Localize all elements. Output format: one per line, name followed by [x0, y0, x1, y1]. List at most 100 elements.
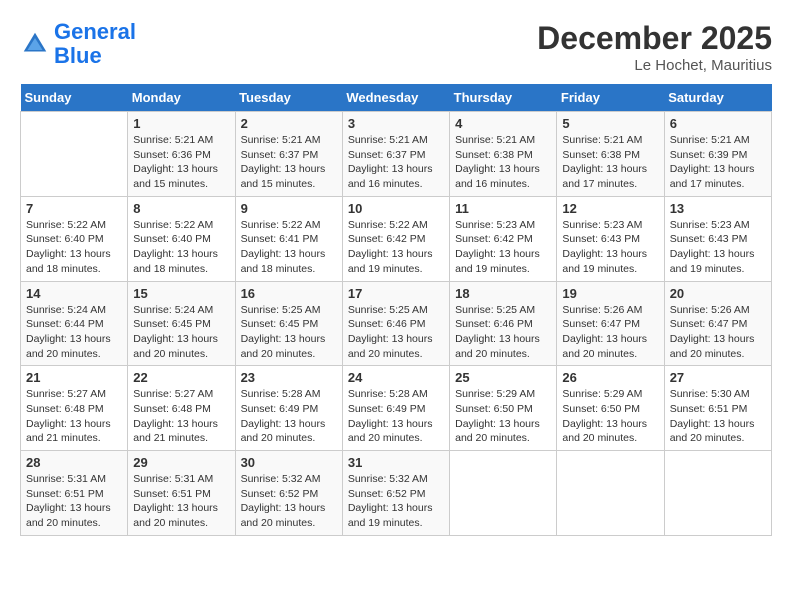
day-info: Sunrise: 5:27 AM Sunset: 6:48 PM Dayligh… [26, 387, 122, 446]
day-number: 9 [241, 201, 337, 216]
header-thursday: Thursday [450, 84, 557, 112]
day-info: Sunrise: 5:26 AM Sunset: 6:47 PM Dayligh… [562, 303, 658, 362]
day-info: Sunrise: 5:28 AM Sunset: 6:49 PM Dayligh… [348, 387, 444, 446]
day-number: 27 [670, 370, 766, 385]
logo-text: General Blue [54, 20, 136, 68]
day-number: 1 [133, 116, 229, 131]
day-number: 2 [241, 116, 337, 131]
calendar-cell: 15 Sunrise: 5:24 AM Sunset: 6:45 PM Dayli… [128, 281, 235, 366]
logo-icon [20, 29, 50, 59]
header-wednesday: Wednesday [342, 84, 449, 112]
calendar-cell [450, 451, 557, 536]
calendar-cell: 5 Sunrise: 5:21 AM Sunset: 6:38 PM Daylig… [557, 112, 664, 197]
day-number: 11 [455, 201, 551, 216]
calendar-cell: 13Sunrise: 5:23 AM Sunset: 6:43 PM Dayli… [664, 196, 771, 281]
week-row-0: 1 Sunrise: 5:21 AM Sunset: 6:36 PM Daylig… [21, 112, 772, 197]
header-saturday: Saturday [664, 84, 771, 112]
day-number: 30 [241, 455, 337, 470]
day-number: 15 [133, 286, 229, 301]
day-info: Sunrise: 5:21 AM Sunset: 6:37 PM Dayligh… [241, 133, 337, 192]
day-info: Sunrise: 5:29 AM Sunset: 6:50 PM Dayligh… [455, 387, 551, 446]
calendar-cell: 18Sunrise: 5:25 AM Sunset: 6:46 PM Dayli… [450, 281, 557, 366]
calendar-cell: 28 Sunrise: 5:31 AM Sunset: 6:51 PM Dayli… [21, 451, 128, 536]
day-number: 17 [348, 286, 444, 301]
day-info: Sunrise: 5:21 AM Sunset: 6:37 PM Dayligh… [348, 133, 444, 192]
week-row-2: 14 Sunrise: 5:24 AM Sunset: 6:44 PM Dayli… [21, 281, 772, 366]
day-number: 20 [670, 286, 766, 301]
page-header: General Blue December 2025 Le Hochet, Ma… [20, 20, 772, 74]
day-number: 26 [562, 370, 658, 385]
day-info: Sunrise: 5:29 AM Sunset: 6:50 PM Dayligh… [562, 387, 658, 446]
day-info: Sunrise: 5:25 AM Sunset: 6:46 PM Dayligh… [455, 303, 551, 362]
calendar-cell: 30 Sunrise: 5:32 AM Sunset: 6:52 PM Dayli… [235, 451, 342, 536]
calendar-body: 1 Sunrise: 5:21 AM Sunset: 6:36 PM Daylig… [21, 112, 772, 536]
calendar-cell: 17 Sunrise: 5:25 AM Sunset: 6:46 PM Dayli… [342, 281, 449, 366]
calendar-cell: 25 Sunrise: 5:29 AM Sunset: 6:50 PM Dayli… [450, 366, 557, 451]
title-block: December 2025 Le Hochet, Mauritius [537, 20, 772, 74]
day-info: Sunrise: 5:24 AM Sunset: 6:44 PM Dayligh… [26, 303, 122, 362]
day-info: Sunrise: 5:23 AM Sunset: 6:43 PM Dayligh… [562, 218, 658, 277]
day-number: 24 [348, 370, 444, 385]
day-number: 3 [348, 116, 444, 131]
day-number: 4 [455, 116, 551, 131]
day-info: Sunrise: 5:22 AM Sunset: 6:41 PM Dayligh… [241, 218, 337, 277]
day-info: Sunrise: 5:21 AM Sunset: 6:36 PM Dayligh… [133, 133, 229, 192]
day-info: Sunrise: 5:25 AM Sunset: 6:46 PM Dayligh… [348, 303, 444, 362]
calendar-cell: 9 Sunrise: 5:22 AM Sunset: 6:41 PM Daylig… [235, 196, 342, 281]
day-info: Sunrise: 5:32 AM Sunset: 6:52 PM Dayligh… [348, 472, 444, 531]
calendar-header: SundayMondayTuesdayWednesdayThursdayFrid… [21, 84, 772, 112]
day-info: Sunrise: 5:23 AM Sunset: 6:43 PM Dayligh… [670, 218, 766, 277]
day-number: 14 [26, 286, 122, 301]
calendar-cell: 23Sunrise: 5:28 AM Sunset: 6:49 PM Dayli… [235, 366, 342, 451]
day-number: 8 [133, 201, 229, 216]
calendar-cell: 29Sunrise: 5:31 AM Sunset: 6:51 PM Dayli… [128, 451, 235, 536]
calendar-cell: 24 Sunrise: 5:28 AM Sunset: 6:49 PM Dayli… [342, 366, 449, 451]
calendar-cell: 7Sunrise: 5:22 AM Sunset: 6:40 PM Daylig… [21, 196, 128, 281]
day-info: Sunrise: 5:24 AM Sunset: 6:45 PM Dayligh… [133, 303, 229, 362]
day-number: 25 [455, 370, 551, 385]
calendar-cell: 3 Sunrise: 5:21 AM Sunset: 6:37 PM Daylig… [342, 112, 449, 197]
calendar-cell [557, 451, 664, 536]
header-tuesday: Tuesday [235, 84, 342, 112]
calendar-cell: 6 Sunrise: 5:21 AM Sunset: 6:39 PM Daylig… [664, 112, 771, 197]
calendar-cell: 21Sunrise: 5:27 AM Sunset: 6:48 PM Dayli… [21, 366, 128, 451]
calendar-cell: 8 Sunrise: 5:22 AM Sunset: 6:40 PM Daylig… [128, 196, 235, 281]
header-sunday: Sunday [21, 84, 128, 112]
day-info: Sunrise: 5:32 AM Sunset: 6:52 PM Dayligh… [241, 472, 337, 531]
week-row-1: 7Sunrise: 5:22 AM Sunset: 6:40 PM Daylig… [21, 196, 772, 281]
day-info: Sunrise: 5:26 AM Sunset: 6:47 PM Dayligh… [670, 303, 766, 362]
header-friday: Friday [557, 84, 664, 112]
logo: General Blue [20, 20, 136, 68]
calendar-cell: 26 Sunrise: 5:29 AM Sunset: 6:50 PM Dayli… [557, 366, 664, 451]
header-monday: Monday [128, 84, 235, 112]
calendar-cell: 19Sunrise: 5:26 AM Sunset: 6:47 PM Dayli… [557, 281, 664, 366]
day-number: 22 [133, 370, 229, 385]
day-number: 5 [562, 116, 658, 131]
day-info: Sunrise: 5:22 AM Sunset: 6:40 PM Dayligh… [133, 218, 229, 277]
location: Le Hochet, Mauritius [537, 57, 772, 74]
day-info: Sunrise: 5:22 AM Sunset: 6:42 PM Dayligh… [348, 218, 444, 277]
calendar-cell: 16Sunrise: 5:25 AM Sunset: 6:45 PM Dayli… [235, 281, 342, 366]
day-number: 10 [348, 201, 444, 216]
calendar-cell: 1 Sunrise: 5:21 AM Sunset: 6:36 PM Daylig… [128, 112, 235, 197]
day-info: Sunrise: 5:21 AM Sunset: 6:38 PM Dayligh… [562, 133, 658, 192]
calendar-cell: 22Sunrise: 5:27 AM Sunset: 6:48 PM Dayli… [128, 366, 235, 451]
calendar-cell: 14 Sunrise: 5:24 AM Sunset: 6:44 PM Dayli… [21, 281, 128, 366]
calendar-table: SundayMondayTuesdayWednesdayThursdayFrid… [20, 84, 772, 536]
day-info: Sunrise: 5:21 AM Sunset: 6:39 PM Dayligh… [670, 133, 766, 192]
day-number: 6 [670, 116, 766, 131]
day-info: Sunrise: 5:30 AM Sunset: 6:51 PM Dayligh… [670, 387, 766, 446]
calendar-cell [664, 451, 771, 536]
day-info: Sunrise: 5:31 AM Sunset: 6:51 PM Dayligh… [26, 472, 122, 531]
calendar-cell: 10 Sunrise: 5:22 AM Sunset: 6:42 PM Dayli… [342, 196, 449, 281]
day-info: Sunrise: 5:23 AM Sunset: 6:42 PM Dayligh… [455, 218, 551, 277]
day-number: 31 [348, 455, 444, 470]
calendar-cell: 2 Sunrise: 5:21 AM Sunset: 6:37 PM Daylig… [235, 112, 342, 197]
day-info: Sunrise: 5:21 AM Sunset: 6:38 PM Dayligh… [455, 133, 551, 192]
day-number: 12 [562, 201, 658, 216]
day-info: Sunrise: 5:31 AM Sunset: 6:51 PM Dayligh… [133, 472, 229, 531]
calendar-cell: 20 Sunrise: 5:26 AM Sunset: 6:47 PM Dayli… [664, 281, 771, 366]
day-number: 28 [26, 455, 122, 470]
calendar-cell: 11 Sunrise: 5:23 AM Sunset: 6:42 PM Dayli… [450, 196, 557, 281]
calendar-cell [21, 112, 128, 197]
